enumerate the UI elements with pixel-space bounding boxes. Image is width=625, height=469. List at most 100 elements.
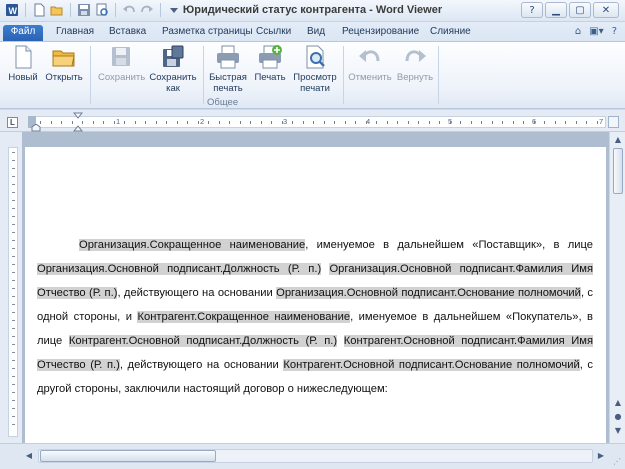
help-ribbon-icon[interactable]: ? [612,26,617,37]
tab-home[interactable]: Главная [56,25,94,41]
vertical-ruler-tick [12,232,15,233]
ruler-tick [460,121,461,124]
merge-field[interactable]: Организация.Основной подписант.Должность… [37,263,322,275]
vertical-ruler-tick [12,352,15,353]
group-label-general: Общее [207,97,239,108]
document-page[interactable]: Организация.Сокращенное наименование, им… [25,147,606,443]
ruler-tick [492,121,493,124]
tab-page-layout[interactable]: Разметка страницы [162,25,253,41]
tab-mailings[interactable]: Слияние [430,25,471,41]
collapse-ribbon-icon[interactable]: ⌂ [575,26,581,37]
scroll-up-icon[interactable]: ▲ [611,133,625,147]
undo-icon [359,50,380,62]
ruler-tick [219,121,220,124]
merge-field[interactable]: Организация.Сокращенное наименование [79,239,306,251]
ruler-tick [282,121,283,124]
horizontal-scroll-thumb[interactable] [40,450,216,462]
vertical-scrollbar[interactable]: ▲ ▲ ● ▼ [609,132,625,443]
document-text-run: , именуемое в дальнейшем «Поставщик», в … [305,239,593,251]
qat-new-icon[interactable] [31,2,47,18]
ruler-tick [261,121,262,124]
ruler-tick [240,121,241,124]
print-preview-button[interactable]: Просмотр печати [292,44,338,94]
vertical-ruler-tick [12,368,15,369]
tab-review[interactable]: Рецензирование [342,25,419,41]
left-indent-marker-icon[interactable] [31,124,41,132]
ruler-tick [450,121,451,124]
tab-file[interactable]: Файл [3,25,43,41]
floppy-save-icon [112,47,130,66]
maximize-icon[interactable]: ▢ [569,2,591,18]
ruler-tick [103,121,104,124]
scroll-left-icon[interactable]: ◀ [22,449,36,463]
new-button[interactable]: Новый [5,44,41,83]
vertical-ruler-tick [12,320,15,321]
ruler-tick [166,121,167,124]
undo-button[interactable]: Отменить [348,44,392,83]
vertical-ruler-tick [12,256,15,257]
document-paragraph[interactable]: Организация.Сокращенное наименование, им… [37,233,594,401]
save-as-button[interactable]: Сохранить как [149,44,197,94]
vertical-ruler-tick [12,168,15,169]
tab-insert[interactable]: Вставка [109,25,146,41]
resize-grip-icon[interactable]: ⋰ [613,457,623,467]
ruler-tick [345,121,346,124]
vertical-ruler-tick [12,288,15,289]
vertical-ruler-tick [12,200,15,201]
app-icon[interactable]: W [4,2,20,18]
window-options-icon[interactable]: ▣▾ [589,26,603,37]
quick-access-toolbar: W [4,2,182,18]
merge-field[interactable]: Контрагент.Основной подписант.Должность … [68,335,338,347]
vertical-ruler-tick [12,384,15,385]
title-bar: W Юридический статус контрагента - Word … [0,0,625,22]
scroll-down-icon[interactable]: ▼ [611,424,625,438]
tab-stop-selector[interactable]: L [7,117,18,128]
print-button[interactable]: Печать [252,44,288,83]
vertical-ruler-tick [12,192,15,193]
browse-object-icon[interactable]: ● [611,410,625,424]
redo-icon [405,50,426,62]
vertical-ruler-tick [12,152,15,153]
vertical-ruler-tick [12,312,15,313]
qat-redo-icon[interactable] [139,2,155,18]
ruler-tick [597,121,598,124]
folder-open-icon [52,50,75,67]
ruler-tick [324,121,325,124]
qat-open-icon[interactable] [49,2,65,18]
ribbon-tabs: Файл Главная Вставка Разметка страницы С… [0,22,625,41]
vertical-scroll-thumb[interactable] [613,148,623,194]
qat-undo-icon[interactable] [121,2,137,18]
merge-field[interactable]: Организация.Основной подписант.Основание… [276,287,581,299]
merge-field[interactable]: Контрагент.Сокращенное наименование [137,311,351,323]
ruler-tick [408,121,409,124]
ruler-tick [481,121,482,124]
ruler-tick [124,121,125,124]
scroll-up-page-icon[interactable]: ▲ [611,396,625,410]
vertical-ruler-tick [12,184,15,185]
ruler-number: 3 [283,117,288,126]
horizontal-scrollbar[interactable]: ◀ ▶ ⋰ [0,443,625,469]
tab-view[interactable]: Вид [307,25,325,41]
minimize-icon[interactable]: ▁ [545,2,567,18]
close-icon[interactable]: ✕ [593,2,619,18]
ruler-toggle-icon[interactable] [608,116,619,128]
vertical-ruler-track [8,147,18,437]
horizontal-ruler[interactable]: L 1 2 3 4 5 6 7 [0,110,625,132]
vertical-ruler-tick [12,424,15,425]
help-icon[interactable]: ? [521,2,543,18]
vertical-ruler [0,132,22,443]
qat-print-preview-icon[interactable] [94,2,110,18]
qat-customize-icon[interactable] [166,2,182,18]
open-button[interactable]: Открыть [44,44,84,83]
qat-save-icon[interactable] [76,2,92,18]
save-button[interactable]: Сохранить [98,44,145,83]
quick-print-button[interactable]: Быстрая печать [208,44,248,94]
scroll-right-icon[interactable]: ▶ [594,449,608,463]
ruler-tick [334,121,335,124]
merge-field[interactable]: Контрагент.Основной подписант.Основание … [283,359,580,371]
tab-references[interactable]: Ссылки [256,25,291,41]
ruler-tick [40,121,41,124]
redo-button[interactable]: Вернуть [396,44,434,83]
document-workspace[interactable]: Организация.Сокращенное наименование, им… [22,132,609,443]
ruler-tick [513,121,514,124]
